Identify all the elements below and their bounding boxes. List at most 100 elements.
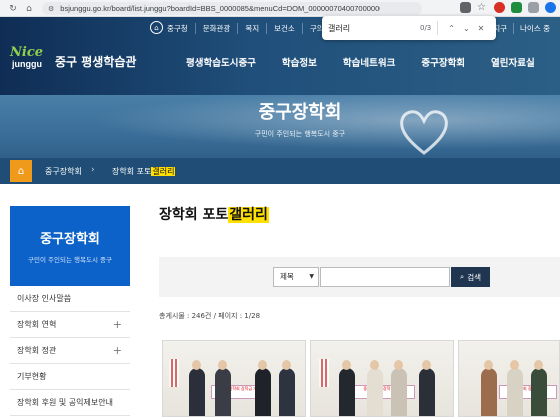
site-info-icon[interactable]: ⚙ — [48, 5, 54, 13]
person-head — [370, 360, 379, 370]
extension-green-icon[interactable] — [511, 2, 522, 13]
plus-icon[interactable]: + — [113, 312, 122, 338]
sidebar-title: 중구장학회 — [40, 232, 100, 247]
sidebar-item[interactable]: 장학회 정관 + — [10, 338, 130, 364]
sidebar-subtitle: 구민이 주인되는 행복도시 중구 — [28, 256, 112, 264]
find-in-page-bar: 갤러리 0/3 ⌃ ⌄ ✕ — [322, 16, 496, 40]
search-input[interactable] — [320, 267, 450, 287]
page-banner: 중구장학회 구민이 주인되는 행복도시 중구 — [0, 95, 560, 158]
top-link[interactable]: 복지 — [237, 23, 266, 34]
gnb-item[interactable]: 학습정보 — [282, 55, 317, 69]
top-link[interactable]: 문화관광 — [194, 23, 238, 34]
site-logo[interactable]: Nice junggu 중구 평생학습관 — [10, 45, 150, 75]
top-link[interactable]: 보건소 — [266, 23, 302, 34]
gallery-thumbnail[interactable]: 중구장학회 장학금 기탁 — [310, 340, 454, 417]
breadcrumb-level2[interactable]: 장학회 포토갤러리 — [112, 166, 176, 177]
person-figure — [279, 368, 295, 416]
extensions-puzzle-icon[interactable] — [528, 2, 539, 13]
find-count: 0/3 — [420, 24, 432, 32]
gallery-thumbnail[interactable]: 중구장학회 장학금 기탁 — [162, 340, 306, 417]
person-figure — [391, 368, 407, 416]
person-head — [192, 360, 201, 370]
sidebar-item-label: 장학회 후원 및 공익제보안내 — [17, 398, 113, 407]
find-input[interactable]: 갤러리 — [328, 23, 418, 34]
person-head — [282, 360, 291, 370]
person-head — [484, 360, 493, 370]
page-title: 장학회 포토갤러리 — [159, 204, 269, 224]
sidebar-item-label: 이사장 인사말씀 — [17, 294, 72, 303]
person-head — [342, 360, 351, 370]
person-head — [218, 360, 227, 370]
person-figure — [339, 368, 355, 416]
top-links: 중구청 문화관광 복지 보건소 구의회 — [167, 23, 338, 34]
gnb-item[interactable]: 중구장학회 — [421, 55, 465, 69]
breadcrumb-level1[interactable]: 중구장학회 — [45, 166, 82, 177]
find-divider — [437, 21, 439, 35]
sidebar-item[interactable]: 이사장 인사말씀 — [10, 286, 130, 312]
home-icon[interactable]: ⌂ — [150, 21, 163, 34]
main-navigation: 평생학습도시중구 학습정보 학습네트워크 중구장학회 열린자료실 — [186, 55, 560, 69]
person-head — [534, 360, 543, 370]
gnb-item[interactable]: 평생학습도시중구 — [186, 55, 256, 69]
search-button[interactable]: ⌕ 검색 — [451, 267, 490, 287]
extension-red-icon[interactable] — [494, 2, 505, 13]
search-type-value: 제목 — [280, 272, 294, 281]
sidebar-item[interactable]: 장학회 후원 및 공익제보안내 — [10, 390, 130, 416]
banner-title: 중구장학회 — [258, 102, 342, 123]
breadcrumb-home-icon[interactable]: ⌂ — [10, 160, 32, 182]
sidebar-item-label: 기부현황 — [17, 372, 47, 381]
reload-icon[interactable]: ↻ — [6, 2, 20, 16]
sidebar-menu: 이사장 인사말씀 장학회 연혁 + 장학회 정관 + 기부현황 장학회 후원 및 공… — [10, 286, 130, 416]
bookmark-star-icon[interactable]: ☆ — [477, 2, 488, 13]
search-type-select[interactable]: 제목 ▼ — [273, 267, 319, 287]
find-next-icon[interactable]: ⌄ — [463, 24, 470, 33]
total-count: 총게시물 : 246건 / 페이지 : 1/28 — [159, 312, 261, 320]
logo-junggu-text: junggu — [12, 59, 42, 69]
person-figure — [189, 368, 205, 416]
person-head — [394, 360, 403, 370]
person-figure — [507, 368, 523, 416]
site-title: 중구 평생학습관 — [55, 55, 137, 69]
person-figure — [481, 368, 497, 416]
person-figure — [531, 368, 547, 416]
page-title-highlight: 갤러리 — [228, 207, 269, 223]
address-bar[interactable]: ⚙ bsjunggu.go.kr/board/list.junggu?board… — [42, 2, 422, 15]
home-browser-icon[interactable]: ⌂ — [22, 2, 36, 16]
sidebar-item[interactable]: 장학회 연혁 + — [10, 312, 130, 338]
plus-icon[interactable]: + — [113, 338, 122, 364]
find-previous-icon[interactable]: ⌃ — [448, 24, 455, 33]
sidebar-header: 중구장학회 구민이 주인되는 행복도시 중구 — [10, 206, 130, 286]
chevron-down-icon: ▼ — [309, 273, 314, 280]
translate-icon[interactable] — [460, 2, 471, 13]
flag-image — [319, 359, 329, 387]
person-figure — [419, 368, 435, 416]
chevron-right-icon: › — [91, 165, 95, 175]
browser-toolbar: ↻ ⌂ ⚙ bsjunggu.go.kr/board/list.junggu?b… — [0, 0, 560, 17]
search-button-label: 검색 — [467, 272, 481, 282]
top-link[interactable]: 나이스 중 — [513, 23, 556, 34]
person-head — [510, 360, 519, 370]
breadcrumb-level2-highlight: 갤러리 — [151, 167, 176, 176]
gnb-item[interactable]: 학습네트워크 — [343, 55, 395, 69]
person-head — [422, 360, 431, 370]
breadcrumb: ⌂ 중구장학회 › 장학회 포토갤러리 — [0, 158, 560, 184]
gallery-thumbnail[interactable]: 중구장학회 장학금 기탁 — [458, 340, 560, 417]
search-panel: 제목 ▼ ⌕ 검색 — [159, 257, 560, 297]
flag-image — [169, 359, 179, 387]
page-title-text: 장학회 포토 — [159, 207, 229, 223]
find-close-icon[interactable]: ✕ — [478, 24, 485, 33]
logo-nice-text: Nice — [10, 45, 44, 60]
person-figure — [255, 368, 271, 416]
search-icon: ⌕ — [459, 272, 465, 281]
sidebar-item[interactable]: 기부현황 — [10, 364, 130, 390]
gallery-grid: 중구장학회 장학금 기탁 중구장학회 장학금 기탁 중구장학회 장학금 기탁 — [159, 340, 560, 417]
sidebar-item-label: 장학회 연혁 — [17, 320, 57, 329]
person-figure — [367, 368, 383, 416]
top-link[interactable]: 중구청 — [167, 23, 195, 34]
breadcrumb-level2-text: 장학회 포토 — [112, 167, 152, 176]
banner-subtitle: 구민이 주인되는 행복도시 중구 — [254, 130, 346, 138]
sidebar-item-label: 장학회 정관 — [17, 346, 57, 355]
profile-icon[interactable] — [545, 2, 556, 13]
person-head — [258, 360, 267, 370]
gnb-item[interactable]: 열린자료실 — [491, 55, 535, 69]
